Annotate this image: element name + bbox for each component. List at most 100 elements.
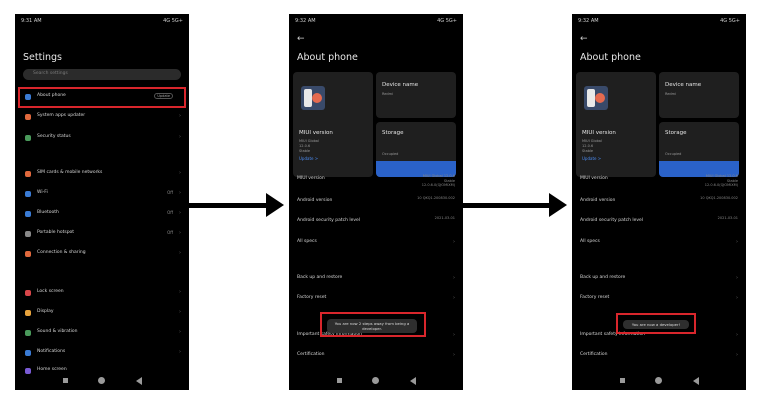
notification-icon <box>25 350 31 356</box>
settings-item-connection-sharing[interactable]: Connection & sharing › <box>21 248 183 260</box>
miui-card-line1: MIUI Global <box>582 139 602 143</box>
chevron-right-icon: › <box>736 332 738 338</box>
info-label: Certification <box>580 352 608 357</box>
back-icon[interactable] <box>410 377 416 385</box>
miui-card-title: MIUI version <box>582 130 616 136</box>
info-row-certification[interactable]: Certification › <box>580 350 738 362</box>
chevron-right-icon: › <box>179 309 181 315</box>
back-icon[interactable] <box>136 377 142 385</box>
settings-item-label: Lock screen <box>37 289 64 294</box>
update-link[interactable]: Update > <box>299 156 318 161</box>
settings-item-label: SIM cards & mobile networks <box>37 170 103 175</box>
info-label: MIUI version <box>297 176 325 181</box>
chevron-right-icon: › <box>453 275 455 281</box>
info-row-backup-restore[interactable]: Back up and restore › <box>580 273 738 285</box>
settings-item-lock-screen[interactable]: Lock screen › <box>21 287 183 299</box>
settings-item-sim-cards[interactable]: SIM cards & mobile networks › <box>21 168 183 180</box>
home-icon[interactable] <box>655 377 662 384</box>
storage-card[interactable]: Storage Occupied <box>376 122 456 177</box>
device-name-value: Redmi <box>665 92 677 96</box>
chevron-right-icon: › <box>179 170 181 176</box>
chevron-right-icon: › <box>453 332 455 338</box>
sharing-icon <box>25 251 31 257</box>
back-arrow-icon[interactable]: ← <box>297 34 305 44</box>
highlight-toast <box>616 313 696 334</box>
chevron-right-icon: › <box>453 352 455 358</box>
settings-item-label: System apps updater <box>37 113 86 118</box>
miui-logo-icon <box>584 86 608 110</box>
info-label: All specs <box>297 239 317 244</box>
info-label: Factory reset <box>297 295 327 300</box>
device-name-card[interactable]: Device name Redmi <box>376 72 456 118</box>
info-label: Back up and restore <box>297 275 343 280</box>
info-row-all-specs[interactable]: All specs › <box>580 237 738 249</box>
status-icons: 4G 5G+ <box>163 18 183 24</box>
recents-icon[interactable] <box>63 378 68 383</box>
settings-item-label: Notifications <box>37 349 66 354</box>
highlight-about-phone <box>18 87 186 108</box>
info-label: Android security patch level <box>297 218 361 223</box>
settings-item-label: Security status <box>37 134 71 139</box>
recents-icon[interactable] <box>620 378 625 383</box>
info-row-miui-version[interactable]: MIUI version MIUI Global 12.0.6 Stable 1… <box>297 174 455 187</box>
device-name-card[interactable]: Device name Redmi <box>659 72 739 118</box>
info-label: Back up and restore <box>580 275 626 280</box>
info-row-factory-reset[interactable]: Factory reset › <box>297 293 455 305</box>
settings-item-label: Portable hotspot <box>37 230 75 235</box>
navigation-bar <box>289 376 463 386</box>
info-value: 10 QKQ1.200830.002 <box>417 196 455 200</box>
chevron-right-icon: › <box>179 210 181 216</box>
info-label: Factory reset <box>580 295 610 300</box>
settings-item-label: Bluetooth <box>37 210 59 215</box>
miui-card-line3: Stable <box>582 149 594 153</box>
status-time: 9:32 AM <box>295 18 316 24</box>
storage-card[interactable]: Storage Occupied <box>659 122 739 177</box>
miui-card-line1: MIUI Global <box>299 139 319 143</box>
miui-card-title: MIUI version <box>299 130 333 136</box>
back-arrow-icon[interactable]: ← <box>580 34 588 44</box>
info-row-android-version[interactable]: Android version 10 QKQ1.200830.002 <box>580 196 738 208</box>
settings-item-security-status[interactable]: Security status › <box>21 132 183 144</box>
miui-version-card[interactable]: MIUI version MIUI Global 12.0.6 Stable U… <box>293 72 373 177</box>
page-title: Settings <box>23 52 62 63</box>
sim-icon <box>25 171 31 177</box>
recents-icon[interactable] <box>337 378 342 383</box>
hotspot-status: Off <box>167 230 173 235</box>
info-row-certification[interactable]: Certification › <box>297 350 455 362</box>
miui-version-card[interactable]: MIUI version MIUI Global 12.0.6 Stable U… <box>576 72 656 177</box>
sound-icon <box>25 330 31 336</box>
settings-item-bluetooth[interactable]: Bluetooth Off › <box>21 208 183 220</box>
settings-item-display[interactable]: Display › <box>21 307 183 319</box>
chevron-right-icon: › <box>179 349 181 355</box>
info-row-miui-version[interactable]: MIUI version MIUI Global 12.0.6 Stable 1… <box>580 174 738 187</box>
info-value: 2021-03-01 <box>434 216 455 220</box>
storage-used: Occupied <box>382 152 399 156</box>
info-row-backup-restore[interactable]: Back up and restore › <box>297 273 455 285</box>
bluetooth-icon <box>25 211 31 217</box>
chevron-right-icon: › <box>179 134 181 140</box>
settings-item-sound-vibration[interactable]: Sound & vibration › <box>21 327 183 339</box>
search-input[interactable]: Search settings <box>23 69 181 80</box>
settings-item-portable-hotspot[interactable]: Portable hotspot Off › <box>21 228 183 240</box>
settings-item-wifi[interactable]: Wi-Fi Off › <box>21 188 183 200</box>
settings-item-system-apps-updater[interactable]: System apps updater › <box>21 111 183 123</box>
home-icon[interactable] <box>98 377 105 384</box>
back-icon[interactable] <box>693 377 699 385</box>
chevron-right-icon: › <box>736 295 738 301</box>
update-link[interactable]: Update > <box>582 156 601 161</box>
info-row-android-version[interactable]: Android version 10 QKQ1.200830.002 <box>297 196 455 208</box>
info-row-all-specs[interactable]: All specs › <box>297 237 455 249</box>
info-row-security-patch[interactable]: Android security patch level 2021-03-01 <box>297 216 455 228</box>
status-bar: 9:32 AM 4G 5G+ <box>295 16 457 26</box>
settings-item-notifications[interactable]: Notifications › <box>21 347 183 359</box>
info-row-security-patch[interactable]: Android security patch level 2021-03-01 <box>580 216 738 228</box>
info-row-factory-reset[interactable]: Factory reset › <box>580 293 738 305</box>
info-label: Android version <box>580 198 616 203</box>
chevron-right-icon: › <box>179 113 181 119</box>
chevron-right-icon: › <box>453 239 455 245</box>
storage-title: Storage <box>382 130 404 136</box>
chevron-right-icon: › <box>179 250 181 256</box>
home-icon[interactable] <box>372 377 379 384</box>
search-placeholder: Search settings <box>33 71 68 76</box>
chevron-right-icon: › <box>736 275 738 281</box>
